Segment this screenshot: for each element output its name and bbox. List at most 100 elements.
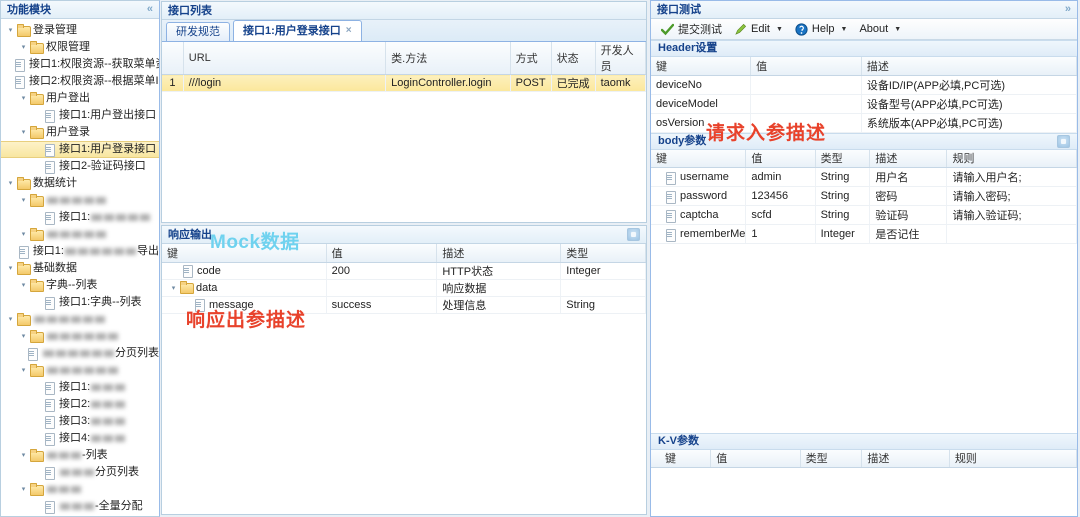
table-row[interactable]: password 123456 String 密码 请输入密码; <box>651 186 1077 206</box>
tree-file-node[interactable]: 接口2: <box>1 396 159 413</box>
tree-file-node[interactable]: 接口2:权限资源--根据菜单ID,获 <box>1 73 159 90</box>
table-row[interactable]: osVersion 系统版本(APP必填,PC可选) <box>651 113 1078 133</box>
expand-arrow-icon[interactable]: ▾ <box>18 481 29 498</box>
tree-folder-node[interactable]: ▾ 数据统计 <box>1 175 159 192</box>
expand-arrow-icon[interactable]: ▾ <box>18 226 29 243</box>
collapse-box-icon[interactable] <box>1057 134 1070 148</box>
table-row[interactable]: deviceNo 设备ID/IP(APP必填,PC可选) <box>651 75 1078 95</box>
column-header[interactable]: 键 <box>651 149 747 168</box>
column-header[interactable]: 值 <box>745 149 816 168</box>
table-row[interactable]: message success 处理信息 String <box>162 296 646 314</box>
column-header[interactable]: 值 <box>710 449 801 468</box>
expand-right-icon[interactable]: » <box>1065 4 1071 15</box>
test-toolbar[interactable]: 提交测试 Edit ▼ Help ▼ About ▼ <box>651 19 1077 40</box>
tree-file-node[interactable]: 接口1:字典--列表 <box>1 294 159 311</box>
column-header[interactable]: 描述 <box>869 149 948 168</box>
column-header[interactable] <box>162 42 184 75</box>
column-header[interactable]: 方式 <box>510 42 552 75</box>
tree-folder-node[interactable]: ▾ 字典--列表 <box>1 277 159 294</box>
column-header[interactable]: 值 <box>326 244 438 263</box>
expand-arrow-icon[interactable]: ▾ <box>18 328 29 345</box>
module-tree[interactable]: ▾ 登录管理 ▾ 权限管理接口1:权限资源--获取菜单资源接口2:权限资源--根据菜单… <box>1 19 159 516</box>
expand-arrow-icon[interactable]: ▾ <box>5 22 16 39</box>
tree-file-node[interactable]: 接口1:权限资源--获取菜单资源 <box>1 56 159 73</box>
chevron-down-icon[interactable]: ▼ <box>841 26 848 33</box>
column-header[interactable]: 类型 <box>800 449 863 468</box>
tree-file-node[interactable]: 接口1:用户登录接口 <box>1 141 159 158</box>
tree-file-node[interactable]: 接口2-验证码接口 <box>1 158 159 175</box>
toolbar-help-button[interactable]: Help ▼ <box>791 20 852 38</box>
interface-tab-1[interactable]: 接口1:用户登录接口 × <box>233 20 362 41</box>
table-row[interactable]: 1///login LoginController.login POST 已完成 tao… <box>162 74 646 92</box>
interface-tab-0[interactable]: 研发规范 <box>166 22 230 41</box>
interface-tabstrip[interactable]: 研发规范 接口1:用户登录接口 × <box>162 20 646 42</box>
tree-file-node[interactable]: 接口1: 导出 <box>1 243 159 260</box>
tree-folder-node[interactable]: ▾ <box>1 311 159 328</box>
column-header[interactable]: 键 <box>162 244 327 263</box>
column-header[interactable]: 键 <box>651 57 752 76</box>
expand-arrow-icon[interactable]: ▾ <box>168 284 179 292</box>
collapse-left-icon[interactable]: « <box>147 4 153 15</box>
column-header[interactable]: 类型 <box>815 149 871 168</box>
table-row[interactable]: code 200 HTTP状态 Integer <box>162 262 646 280</box>
toolbar-提交测试-button[interactable]: 提交测试 <box>657 20 726 38</box>
chevron-down-icon[interactable]: ▼ <box>776 26 783 33</box>
expand-arrow-icon[interactable]: ▾ <box>5 260 16 277</box>
response-grid-body[interactable]: code 200 HTTP状态 Integer ▾ data 响应数据 message succ… <box>162 262 646 314</box>
chevron-down-icon[interactable]: ▼ <box>894 26 901 33</box>
tree-folder-node[interactable]: ▾ 表- <box>1 515 159 516</box>
tree-file-node[interactable]: 接口1:用户登出接口 <box>1 107 159 124</box>
expand-arrow-icon[interactable]: ▾ <box>18 90 29 107</box>
expand-arrow-icon[interactable]: ▾ <box>18 277 29 294</box>
column-header[interactable]: 描述 <box>861 449 950 468</box>
expand-arrow-icon[interactable]: ▾ <box>5 175 16 192</box>
table-row[interactable]: captcha scfd String 验证码 请输入验证码; <box>651 205 1077 225</box>
tree-folder-node[interactable]: ▾ 权限管理 <box>1 39 159 56</box>
column-header[interactable]: 类.方法 <box>385 42 511 75</box>
table-row[interactable]: deviceModel 设备型号(APP必填,PC可选) <box>651 94 1078 114</box>
expand-arrow-icon[interactable]: ▾ <box>18 39 29 56</box>
column-header[interactable]: 值 <box>750 57 862 76</box>
column-header[interactable]: 类型 <box>560 244 646 263</box>
expand-arrow-icon[interactable]: ▾ <box>18 362 29 379</box>
column-header[interactable]: 规则 <box>949 449 1078 468</box>
tree-folder-node[interactable]: ▾ <box>1 192 159 209</box>
expand-arrow-icon[interactable]: ▾ <box>18 124 29 141</box>
tree-file-node[interactable]: 接口1: <box>1 209 159 226</box>
tree-file-node[interactable]: -全量分配 <box>1 498 159 515</box>
tree-folder-node[interactable]: ▾ <box>1 226 159 243</box>
column-header[interactable]: 开发人员 <box>595 42 646 75</box>
tree-folder-node[interactable]: ▾ 基础数据 <box>1 260 159 277</box>
toolbar-about-button[interactable]: About ▼ <box>855 20 905 38</box>
table-row[interactable]: username admin String 用户名 请输入用户名; <box>651 167 1077 187</box>
tree-folder-node[interactable]: ▾ <box>1 328 159 345</box>
tree-file-node[interactable]: 接口1: <box>1 379 159 396</box>
tree-file-node[interactable]: 接口4: <box>1 430 159 447</box>
tree-folder-node[interactable]: ▾ 登录管理 <box>1 22 159 39</box>
column-header[interactable]: 描述 <box>436 244 562 263</box>
interface-grid-body[interactable]: 1///login LoginController.login POST 已完成 tao… <box>162 74 646 92</box>
column-header[interactable]: 键 <box>651 449 712 468</box>
close-icon[interactable]: × <box>346 21 352 41</box>
tree-folder-node[interactable]: ▾ -列表 <box>1 447 159 464</box>
column-header[interactable]: 状态 <box>551 42 596 75</box>
tree-file-node[interactable]: 分页列表 <box>1 345 159 362</box>
column-header[interactable]: 规则 <box>946 149 1077 168</box>
expand-arrow-icon[interactable]: ▾ <box>18 192 29 209</box>
tree-file-node[interactable]: 接口3: <box>1 413 159 430</box>
tree-folder-node[interactable]: ▾ 用户登录 <box>1 124 159 141</box>
header-grid-body[interactable]: deviceNo 设备ID/IP(APP必填,PC可选) deviceModel 设备… <box>651 75 1078 133</box>
tree-folder-node[interactable]: ▾ 用户登出 <box>1 90 159 107</box>
expand-arrow-icon[interactable]: ▾ <box>18 515 29 516</box>
expand-arrow-icon[interactable]: ▾ <box>18 447 29 464</box>
table-row[interactable]: rememberMe 1 Integer 是否记住 <box>651 224 1077 244</box>
table-row[interactable]: ▾ data 响应数据 <box>162 279 646 297</box>
collapse-box-icon[interactable] <box>627 228 640 241</box>
column-header[interactable]: 描述 <box>861 57 1078 76</box>
tree-folder-node[interactable]: ▾ <box>1 481 159 498</box>
body-grid-body[interactable]: username admin String 用户名 请输入用户名; password 123… <box>651 167 1077 244</box>
toolbar-edit-button[interactable]: Edit ▼ <box>730 20 787 38</box>
expand-arrow-icon[interactable]: ▾ <box>5 311 16 328</box>
column-header[interactable]: URL <box>183 42 387 75</box>
tree-file-node[interactable]: 分页列表 <box>1 464 159 481</box>
